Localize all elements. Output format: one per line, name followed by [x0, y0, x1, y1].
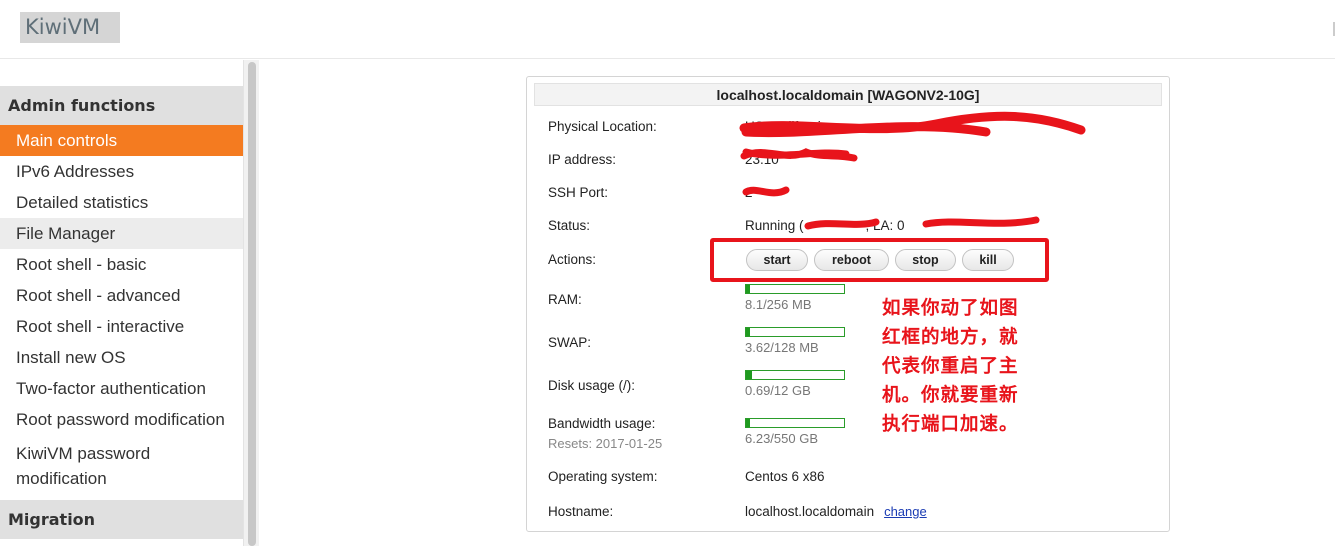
swap-usage-fill — [746, 328, 750, 336]
disk-usage-label: Disk usage (/): — [548, 378, 636, 393]
operating-system-value: Centos 6 x86 — [745, 469, 825, 484]
sidebar-item-root-shell-interactive[interactable]: Root shell - interactive — [0, 311, 243, 342]
ram-usage-bar — [745, 284, 845, 294]
swap-label: SWAP: — [548, 335, 592, 350]
status-label: Status: — [548, 218, 591, 233]
actions-label: Actions: — [548, 252, 597, 267]
ip-address-value: 23.10 — [745, 152, 779, 167]
disk-usage-fill — [746, 371, 752, 379]
annotation-line-2: 红框的地方，就 — [882, 327, 1019, 348]
bandwidth-usage-bar — [745, 418, 845, 428]
annotation-line-5: 执行端口加速。 — [882, 414, 1019, 435]
bandwidth-usage-label: Bandwidth usage: — [548, 416, 656, 431]
physical-location-label: Physical Location: — [548, 119, 657, 134]
action-buttons-highlight-box — [710, 238, 1049, 282]
sidebar-item-root-shell-advanced[interactable]: Root shell - advanced — [0, 280, 243, 311]
sidebar-item-install-new-os[interactable]: Install new OS — [0, 342, 243, 373]
operating-system-label: Operating system: — [548, 469, 658, 484]
disk-usage-bar — [745, 370, 845, 380]
physical-location-value: US, California — [745, 119, 829, 134]
annotation-line-1: 如果你动了如图 — [882, 298, 1019, 319]
sidebar-item-ipv6-addresses[interactable]: IPv6 Addresses — [0, 156, 243, 187]
swap-usage-bar — [745, 327, 845, 337]
bandwidth-usage-text: 6.23/550 GB — [745, 431, 818, 446]
sidebar-item-detailed-statistics[interactable]: Detailed statistics — [0, 187, 243, 218]
status-load-average-text: ; LA: 0 — [865, 218, 905, 233]
ssh-port-label: SSH Port: — [548, 185, 609, 200]
change-hostname-link[interactable]: change — [884, 504, 927, 519]
bandwidth-resets-label: Resets: 2017-01-25 — [548, 436, 663, 451]
annotation-line-3: 代表你重启了主 — [882, 356, 1019, 377]
server-info-panel: localhost.localdomain [WAGONV2-10G] Phys… — [526, 76, 1170, 532]
header-divider — [0, 58, 1335, 59]
sidebar-item-two-factor-authentication[interactable]: Two-factor authentication — [0, 373, 243, 404]
sidebar-item-kiwivm-password-modification[interactable]: KiwiVM password modification — [0, 435, 243, 500]
sidebar-item-root-shell-basic[interactable]: Root shell - basic — [0, 249, 243, 280]
hostname-label: Hostname: — [548, 504, 614, 519]
status-running-text: Running ( — [745, 218, 804, 233]
disk-usage-text: 0.69/12 GB — [745, 383, 811, 398]
ram-usage-text: 8.1/256 MB — [745, 297, 812, 312]
panel-title: localhost.localdomain [WAGONV2-10G] — [534, 83, 1162, 106]
bandwidth-usage-fill — [746, 419, 750, 427]
sidebar-item-file-manager[interactable]: File Manager — [0, 218, 243, 249]
swap-usage-text: 3.62/128 MB — [745, 340, 819, 355]
ram-usage-fill — [746, 285, 750, 293]
hostname-text: localhost.localdomain — [745, 504, 875, 519]
sidebar-item-root-password-modification[interactable]: Root password modification — [0, 404, 243, 435]
status-value: Running ( ; LA: 0 — [745, 218, 905, 233]
sidebar-scrollbar-thumb[interactable] — [248, 62, 256, 546]
annotation-line-4: 机。你就要重新 — [882, 385, 1019, 406]
kiwivm-logo[interactable]: KiwiVM — [20, 12, 120, 43]
sidebar-section-admin-functions: Admin functions — [0, 86, 243, 125]
sidebar-section-migration: Migration — [0, 500, 243, 539]
hostname-value: localhost.localdomain change — [745, 504, 927, 519]
kiwivm-control-panel: KiwiVM Admin functions Main controls IPv… — [0, 0, 1335, 546]
ram-label: RAM: — [548, 292, 582, 307]
ssh-port-value: 2 — [745, 185, 753, 200]
annotation-note: 如果你动了如图 红框的地方，就 代表你重启了主 机。你就要重新 执行端口加速。 — [882, 294, 1032, 439]
sidebar: Admin functions Main controls IPv6 Addre… — [0, 86, 243, 539]
ip-address-label: IP address: — [548, 152, 617, 167]
sidebar-item-main-controls[interactable]: Main controls — [0, 125, 243, 156]
